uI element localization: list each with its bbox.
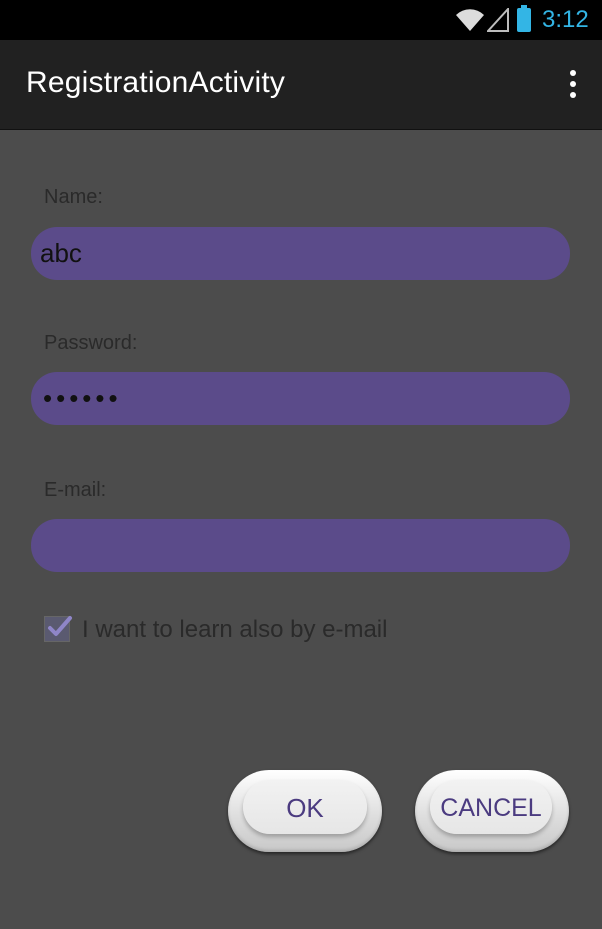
status-bar: 3:12	[0, 0, 602, 40]
cell-signal-icon	[487, 8, 509, 32]
ok-button[interactable]: OK	[228, 770, 382, 852]
registration-screen: 3:12 RegistrationActivity Name: abc Pass…	[0, 0, 602, 929]
status-time: 3:12	[542, 6, 589, 33]
email-optin-label: I want to learn also by e-mail	[82, 616, 388, 643]
email-label: E-mail:	[44, 479, 107, 501]
name-field[interactable]: abc	[31, 227, 570, 280]
wifi-icon	[456, 9, 484, 31]
password-field[interactable]: ••••••	[31, 372, 570, 425]
name-label: Name:	[44, 186, 103, 208]
email-optin-checkbox[interactable]	[44, 616, 72, 642]
action-bar: RegistrationActivity	[0, 40, 602, 130]
email-field[interactable]	[31, 519, 570, 572]
battery-icon	[517, 5, 531, 32]
overflow-menu-icon[interactable]	[565, 70, 581, 100]
cancel-button-label: CANCEL	[430, 780, 552, 834]
ok-button-label: OK	[243, 780, 367, 834]
checkmark-icon	[48, 616, 72, 636]
password-label: Password:	[44, 332, 138, 354]
app-title: RegistrationActivity	[26, 66, 286, 99]
cancel-button[interactable]: CANCEL	[415, 770, 569, 852]
